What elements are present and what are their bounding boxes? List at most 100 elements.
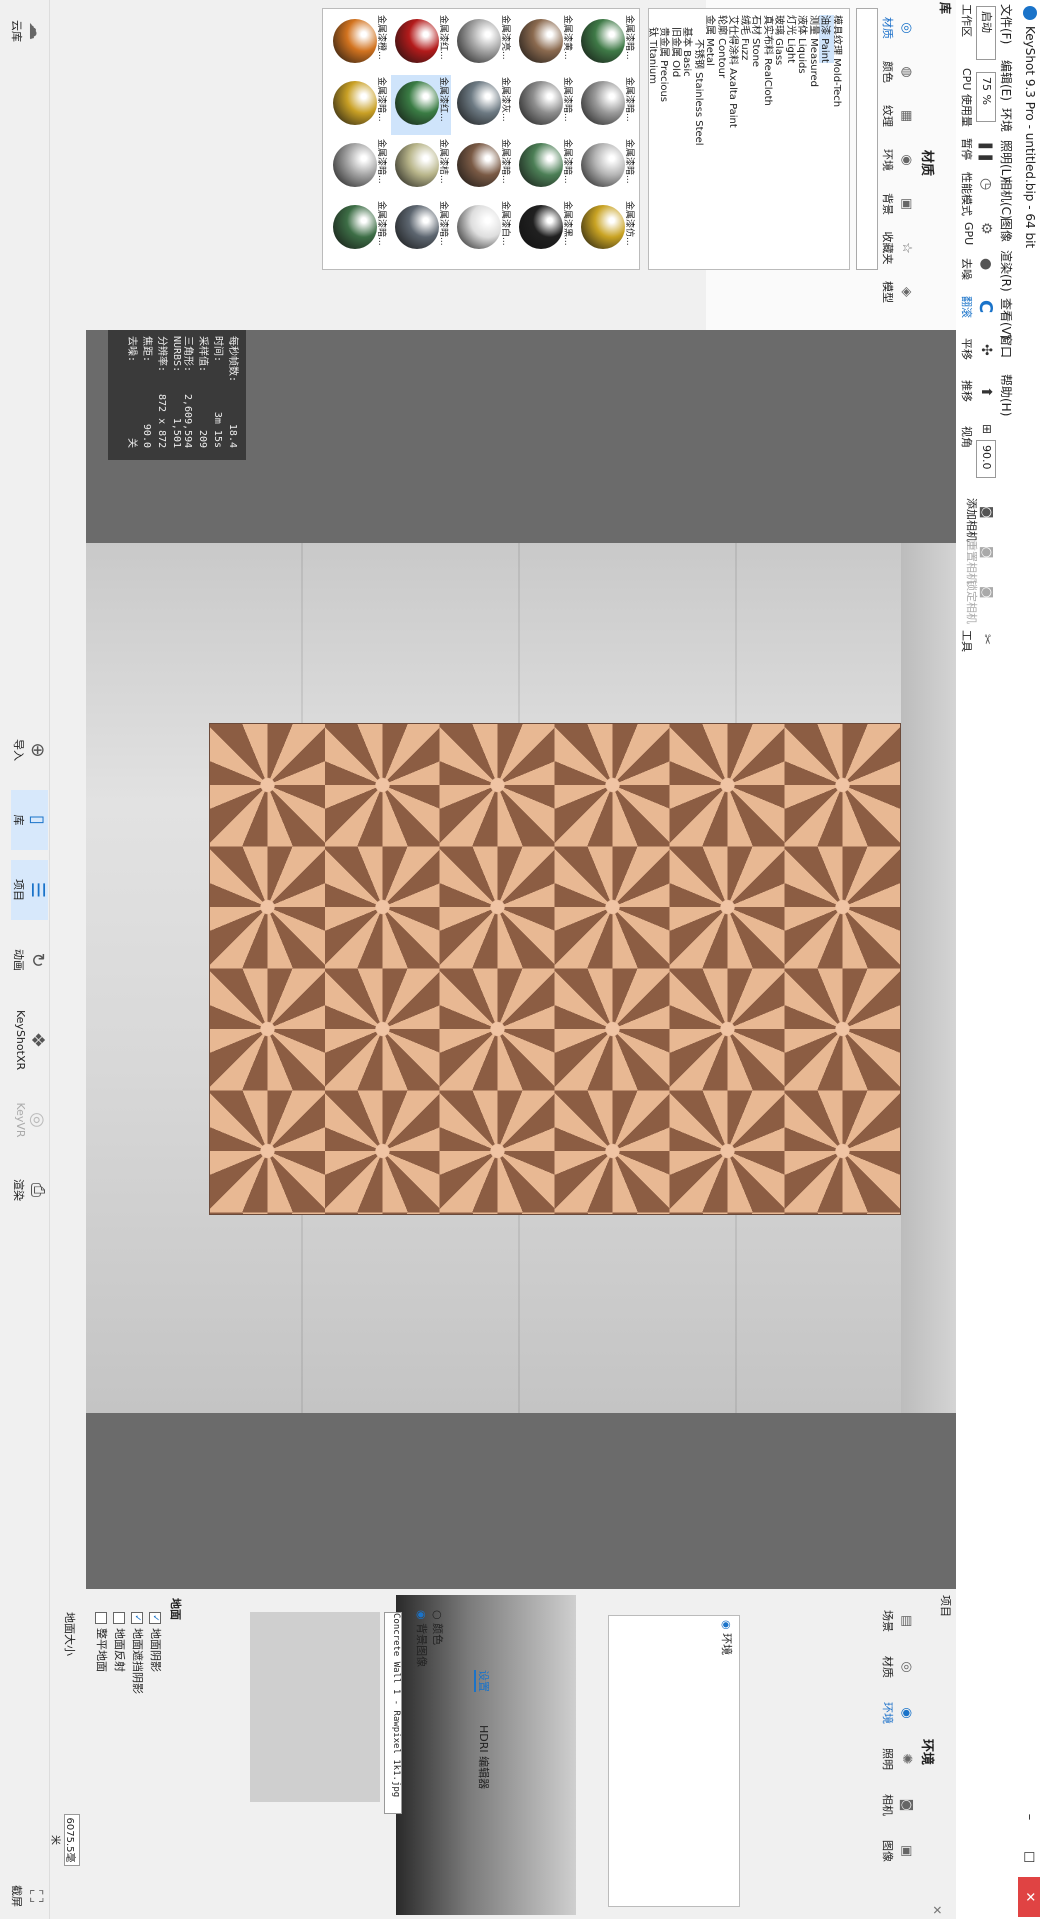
material-thumbnail[interactable]: 金属漆暗... (515, 75, 575, 135)
material-thumbnail[interactable]: 金属漆红... (391, 13, 451, 73)
add-camera-icon[interactable]: ◙ (979, 506, 994, 519)
material-thumbnail[interactable]: 金属漆暗... (577, 13, 637, 73)
library-tab-3[interactable]: ◉ 环境 (880, 140, 914, 180)
ground-option-checkbox[interactable]: ✓ 地面遮挡阴影 (130, 1612, 146, 1694)
menu-item-9[interactable]: 帮助(H) (998, 374, 1015, 416)
favorites-icon: ☆ (899, 242, 914, 254)
menu-item-2[interactable]: 环境 (998, 108, 1015, 132)
close-project-panel-icon[interactable]: ✕ (930, 1905, 944, 1915)
workspace-select[interactable]: 启动 (976, 6, 996, 60)
lock-camera-icon[interactable]: ◙ (979, 586, 994, 599)
library-tab-5[interactable]: ☆ 收藏夹 (880, 228, 914, 268)
denoise-icon[interactable]: ● (978, 258, 994, 270)
project-tab-3[interactable]: ✺ 照明 (880, 1738, 914, 1780)
stat-value: 872 x 872 (156, 394, 167, 449)
library-tab-1[interactable]: ◍ 颜色 (880, 52, 914, 92)
background-image-file-field[interactable]: Concrete Wall 1 - Rawpixel 1k1.jpg (384, 1612, 402, 1814)
ground-option-checkbox[interactable]: 整平地面 (94, 1612, 110, 1672)
menu-item-1[interactable]: 编辑(E) (998, 60, 1015, 101)
bg-color-radio[interactable]: ○ 颜色 (430, 1610, 446, 1645)
material-thumbnail[interactable]: 金属漆暗... (453, 137, 513, 197)
pan-icon[interactable]: ✣ (978, 344, 994, 356)
material-thumbnail-grid[interactable]: 金属漆暗... 金属漆暗... 金属漆暗... 金属漆仿... 金属漆黄... 金属漆暗.… (322, 8, 640, 270)
menu-item-6[interactable]: 渲染(R) (998, 250, 1015, 292)
menu-item-4[interactable]: 相机(C) (998, 178, 1015, 220)
pause-icon[interactable]: ❚❚ (978, 140, 994, 163)
reset-camera-icon[interactable]: ◙ (979, 546, 994, 559)
performance-mode-icon[interactable]: ◷ (978, 178, 994, 190)
tumble-icon[interactable]: C (975, 300, 996, 313)
fov-input[interactable]: 90.0 (976, 440, 996, 478)
material-thumbnail[interactable]: 金属漆暗... (577, 137, 637, 197)
library-search-input[interactable] (856, 8, 878, 270)
material-tree[interactable]: 模具纹理 Mold-Tech 油漆 Paint 测量 Measured 液体 Liqu… (648, 8, 850, 270)
dock-project-button[interactable]: ☰ 项目 (11, 860, 48, 920)
keyvr-icon: ◎ (27, 1112, 48, 1128)
material-thumbnail[interactable]: 金属漆暗... (329, 75, 389, 135)
material-thumbnail[interactable]: 金属漆桔... (391, 137, 451, 197)
menu-item-8[interactable]: 窗口 (998, 334, 1015, 358)
render-viewport[interactable]: 每秒帧数:18.4 时间:3m 15s 采样值:209 三角形:2,609,594 NU… (86, 330, 956, 1589)
dock-animation-button[interactable]: ↻ 动画 (11, 930, 48, 990)
dock-keyvr-button[interactable]: ◎ KeyVR (14, 1090, 48, 1150)
material-thumbnail[interactable]: 金属漆仿... (577, 199, 637, 259)
library-tab-6[interactable]: ◈ 模型 (880, 272, 914, 312)
tree-item[interactable]: 钛 Titanium (648, 27, 662, 84)
cloud-library-button[interactable]: ☁ 云库 (9, 20, 46, 42)
library-tab-4[interactable]: ▣ 背景 (880, 184, 914, 224)
tab-settings[interactable]: 设置 (474, 1670, 492, 1692)
bg-image-radio[interactable]: ◉ 背景图像 (414, 1610, 430, 1667)
project-tab-2[interactable]: ◉ 环境 (880, 1692, 914, 1734)
material-thumbnail[interactable]: 金属漆暗... (515, 137, 575, 197)
gpu-icon[interactable]: ⚙ (978, 222, 994, 235)
screenshot-button[interactable]: ⛶ 截屏 (9, 1885, 46, 1907)
menu-item-0[interactable]: 文件(F) (998, 4, 1015, 44)
ground-option-checkbox[interactable]: 地面反射 (112, 1612, 128, 1672)
menu-item-3[interactable]: 照明(L) (998, 140, 1015, 180)
project-tab-0[interactable]: ▤ 场景 (880, 1600, 914, 1642)
project-tab-1[interactable]: ◎ 材质 (880, 1646, 914, 1688)
ground-size-input[interactable]: 6075.5毫米 (49, 1814, 80, 1866)
environment-list[interactable]: ◉ 环境 (608, 1615, 740, 1907)
ground-option-checkbox[interactable]: ✓ 地面阴影 (148, 1612, 164, 1672)
material-thumbnail[interactable]: 金属漆暗... (391, 199, 451, 259)
dolly-icon[interactable]: ⬆ (978, 386, 994, 398)
tab-hdri-editor[interactable]: HDRI 编辑器 (476, 1725, 492, 1789)
tools-icon[interactable]: ✂ (979, 634, 994, 645)
dock-import-button[interactable]: ⊕ 导入 (11, 720, 48, 780)
texture-icon: ▦ (899, 109, 914, 123)
material-thumbnail[interactable]: 金属漆灰... (453, 75, 513, 135)
material-thumbnail[interactable]: 金属漆暗... (329, 137, 389, 197)
cpu-select[interactable]: 75 % (976, 72, 996, 122)
material-thumbnail[interactable]: 金属漆亮... (453, 13, 513, 73)
menu-item-5[interactable]: 图像 (998, 218, 1015, 242)
app-window: KeyShot 9.3 Pro - untitled.bip - 64 bit … (0, 0, 1040, 1919)
material-thumbnail[interactable]: 金属漆白... (453, 199, 513, 259)
close-button[interactable]: ✕ (1018, 1877, 1040, 1917)
material-label: 金属漆暗... (562, 139, 572, 184)
environment-list-item[interactable]: ◉ 环境 (719, 1620, 735, 1655)
dock-library-button[interactable]: ▯ 库 (11, 790, 48, 850)
dock-keyshotxr-button[interactable]: ❖ KeyShotXR (14, 1010, 48, 1070)
material-thumbnail[interactable]: 金属漆黑... (515, 199, 575, 259)
library-tab-2[interactable]: ▦ 纹理 (880, 96, 914, 136)
project-tab-5[interactable]: ▣ 图像 (880, 1830, 914, 1872)
project-tab-4[interactable]: ◙ 相机 (880, 1784, 914, 1826)
material-thumbnail[interactable]: 金属漆暗... (329, 199, 389, 259)
render-stats-overlay: 每秒帧数:18.4 时间:3m 15s 采样值:209 三角形:2,609,594 NU… (108, 330, 246, 460)
material-sphere-preview (457, 81, 501, 125)
maximize-button[interactable]: □ (1018, 1837, 1040, 1877)
tumble-label: 翻滚 (960, 296, 973, 318)
library-tab-0[interactable]: ◎ 材质 (880, 8, 914, 48)
environment-icon: ◉ (899, 1707, 914, 1719)
copper-3d-wall-panel[interactable] (209, 723, 901, 1215)
material-thumbnail[interactable]: 金属漆暗... (577, 75, 637, 135)
dock-render-button[interactable]: ⎙ 渲染 (11, 1160, 48, 1220)
project-tab-label: 环境 (881, 1702, 894, 1724)
minimize-button[interactable]: – (1018, 1797, 1040, 1837)
material-thumbnail[interactable]: 金属漆红... (391, 75, 451, 135)
material-thumbnail[interactable]: 金属漆黄... (515, 13, 575, 73)
material-thumbnail[interactable]: 金属漆橙... (329, 13, 389, 73)
window-title: KeyShot 9.3 Pro - untitled.bip - 64 bit (1023, 26, 1037, 249)
material-label: 金属漆红... (438, 15, 448, 60)
